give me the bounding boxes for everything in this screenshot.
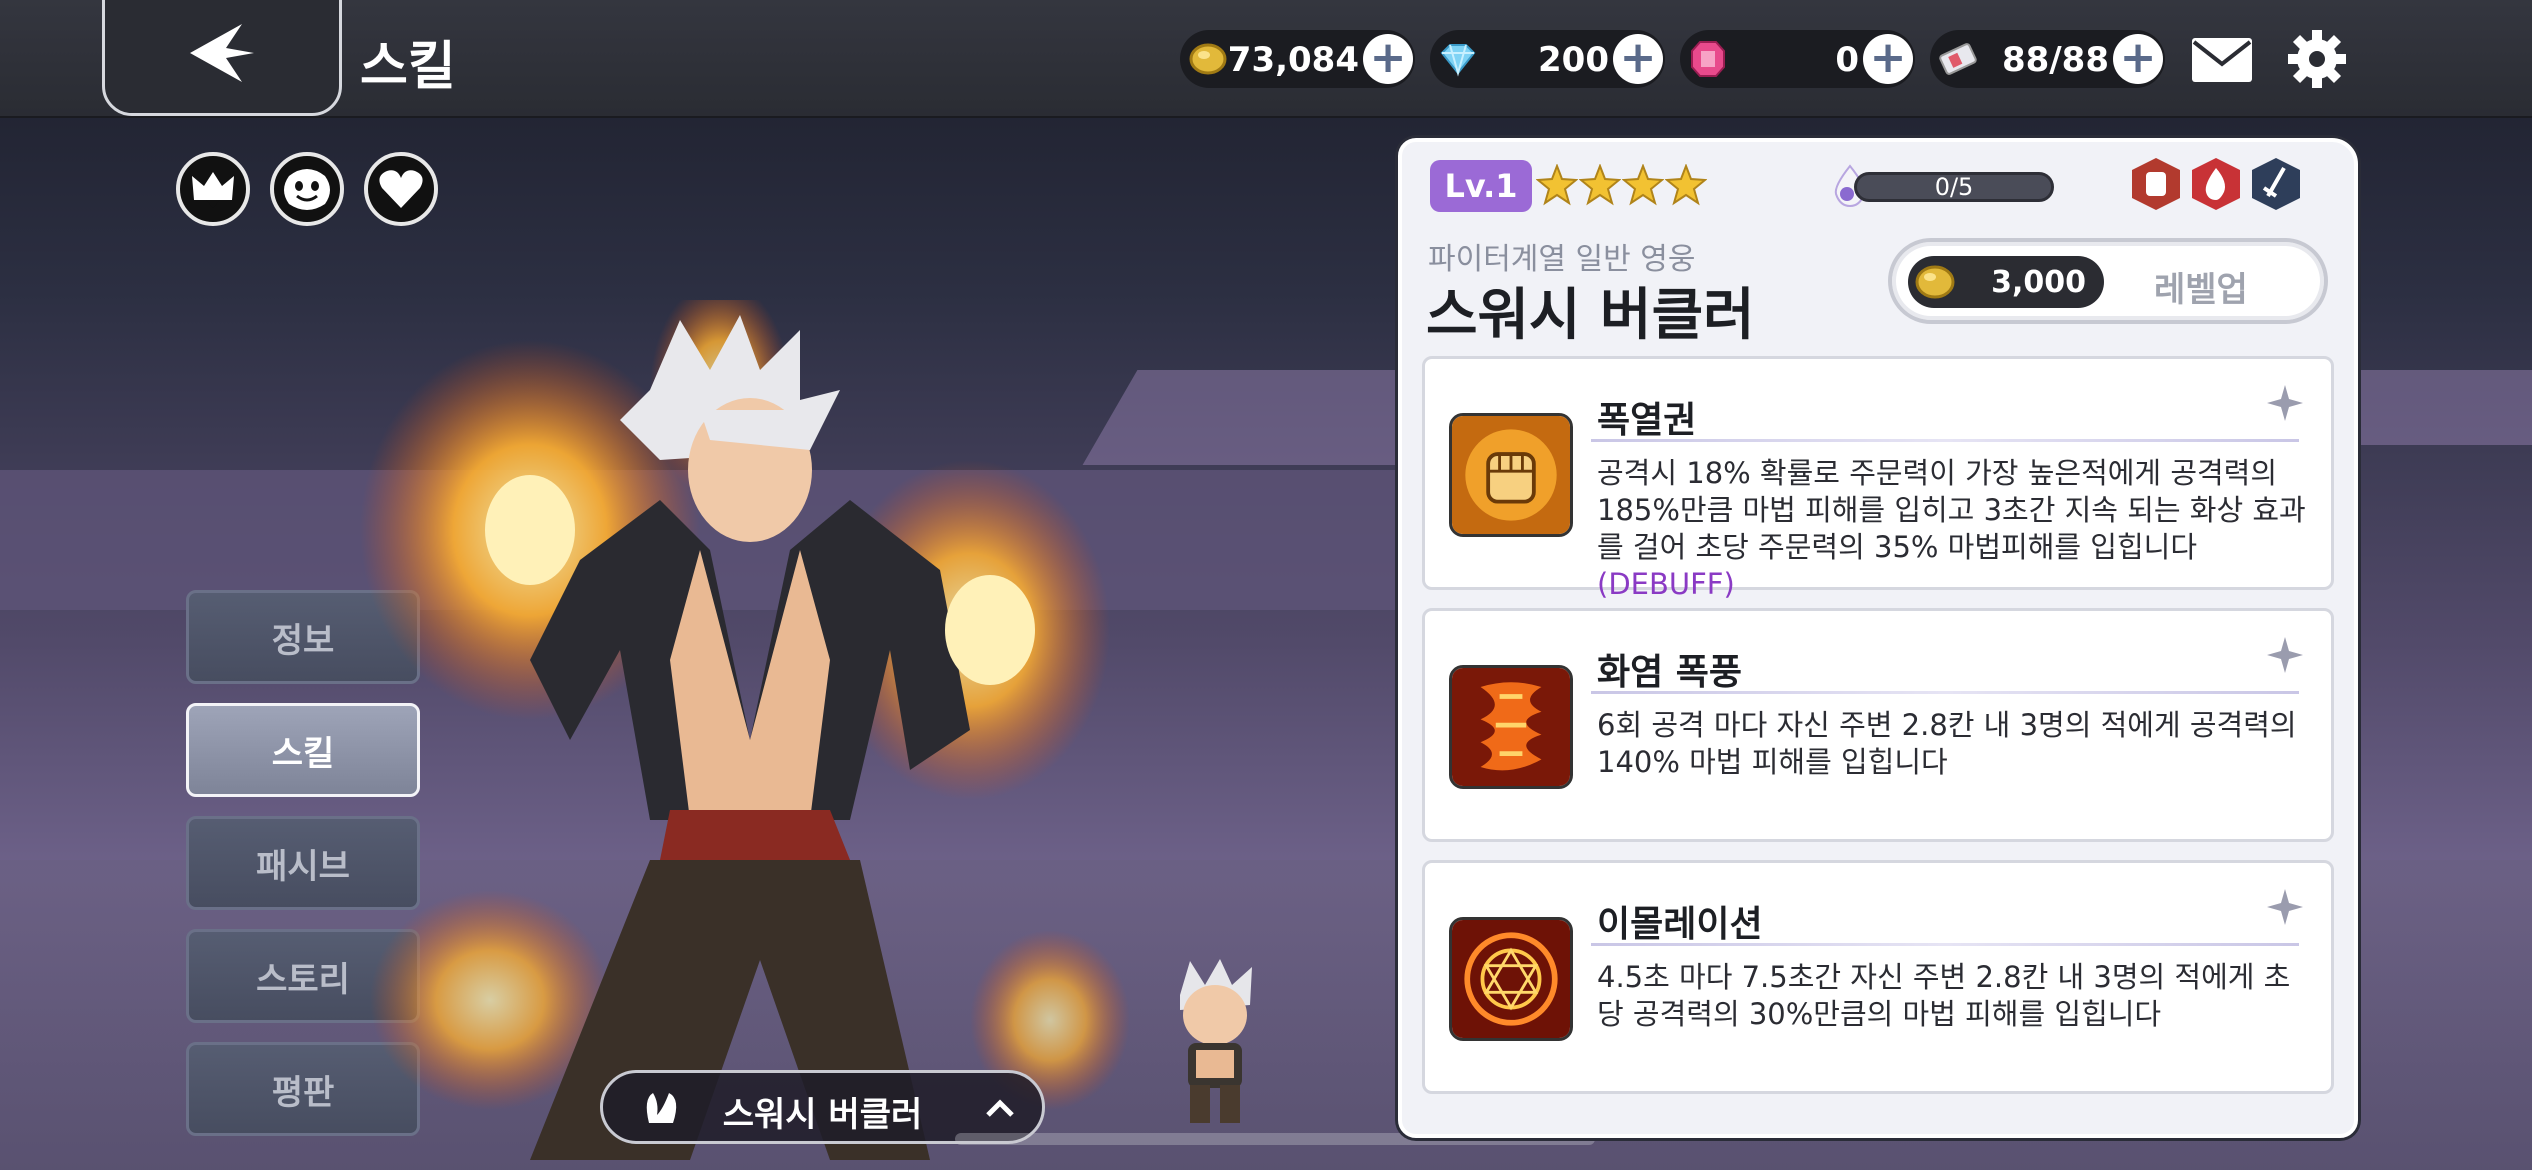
immolation-skill-icon: [1449, 917, 1573, 1041]
add-ticket-button[interactable]: +: [2113, 34, 2163, 84]
hero-chibi-sprite: [1180, 959, 1252, 1123]
levelup-cost-value: 3,000: [1991, 265, 2086, 300]
crown-icon[interactable]: [176, 152, 250, 226]
add-ruby-button[interactable]: +: [1863, 34, 1913, 84]
debuff-tag: (DEBUFF): [1597, 567, 1735, 601]
fist-role-icon: [2132, 158, 2180, 210]
skill-card[interactable]: 화염 폭풍 6회 공격 마다 자신 주변 2.8칸 내 3명의 적에게 공격력의…: [1422, 608, 2334, 842]
skill-card[interactable]: 폭열권 공격시 18% 확률로 주문력이 가장 높은적에게 공격력의 185%만…: [1422, 356, 2334, 601]
back-arrow-icon: [190, 24, 254, 82]
ruby-value: 0: [1835, 40, 1859, 80]
levelup-cost: 3,000: [1908, 256, 2104, 308]
gold-value: 73,084: [1227, 40, 1359, 80]
gear-icon[interactable]: [2286, 28, 2348, 90]
back-button[interactable]: [102, 0, 342, 116]
gold-counter: 73,084 +: [1180, 30, 1415, 88]
diamond-counter: 200 +: [1430, 30, 1665, 88]
level-badge: Lv.1: [1430, 160, 1532, 212]
star-icon: [1536, 164, 1578, 206]
smile-face-icon[interactable]: [270, 152, 344, 226]
star-icon: [1622, 164, 1664, 206]
skill-divider: [1591, 691, 2299, 694]
heart-icon[interactable]: [364, 152, 438, 226]
skill-title: 화염 폭풍: [1597, 652, 1743, 693]
gold-coin-icon: [1915, 265, 1955, 299]
hero-illustration: [360, 300, 1130, 1160]
sparkle-icon[interactable]: [2265, 635, 2305, 675]
hero-select-name: 스워시 버클러: [722, 1095, 923, 1135]
page-title: 스킬: [360, 37, 456, 97]
mail-icon[interactable]: [2190, 36, 2254, 84]
ticket-value: 88/88: [2001, 40, 2109, 80]
levelup-button[interactable]: 3,000 레벨업: [1888, 238, 2328, 324]
chevron-up-icon[interactable]: [980, 1089, 1020, 1129]
skill-card[interactable]: 이몰레이션 4.5초 마다 7.5초간 자신 주변 2.8칸 내 3명의 적에게…: [1422, 860, 2334, 1094]
top-bar: 스킬 73,084 + 200 + 0 + 88/88 +: [0, 0, 2532, 118]
add-gold-button[interactable]: +: [1363, 34, 1413, 84]
fist-skill-icon: [1449, 413, 1573, 537]
essence-gauge: 0/5: [1854, 172, 2054, 202]
essence-gauge-text: 0/5: [1934, 173, 1974, 201]
add-diamond-button[interactable]: +: [1613, 34, 1663, 84]
sparkle-icon[interactable]: [2265, 887, 2305, 927]
star-icon: [1665, 164, 1707, 206]
ruby-icon: [1691, 41, 1725, 77]
diamond-value: 200: [1538, 40, 1609, 80]
background-band: [2350, 370, 2532, 445]
star-icon: [1579, 164, 1621, 206]
skill-description: 4.5초 마다 7.5초간 자신 주변 2.8칸 내 3명의 적에게 초당 공격…: [1597, 960, 2291, 1031]
skill-title: 폭열권: [1597, 400, 1697, 441]
skill-divider: [1591, 943, 2299, 946]
sword-class-icon: [2252, 158, 2300, 210]
skill-title: 이몰레이션: [1597, 904, 1763, 945]
ruby-counter: 0 +: [1680, 30, 1915, 88]
ticket-icon: [1939, 43, 1977, 75]
skill-description: 6회 공격 마다 자신 주변 2.8칸 내 3명의 적에게 공격력의 140% …: [1597, 708, 2297, 779]
hero-name: 스워시 버클러: [1426, 283, 1755, 348]
fire-element-icon: [2192, 158, 2240, 210]
levelup-label: 레벨업: [2154, 270, 2248, 310]
fire-storm-skill-icon: [1449, 665, 1573, 789]
sparkle-icon[interactable]: [2265, 383, 2305, 423]
diamond-icon: [1440, 44, 1476, 77]
gold-coin-icon: [1189, 43, 1227, 75]
skill-divider: [1591, 439, 2299, 442]
skill-panel: Lv.1 0/5 파이터계열 일반 영웅 스워시 버클러 3,000 레벨업 폭…: [1398, 138, 2358, 1138]
skill-description: 공격시 18% 확률로 주문력이 가장 높은적에게 공격력의 185%만큼 마법…: [1597, 456, 2306, 601]
ticket-counter: 88/88 +: [1930, 30, 2165, 88]
